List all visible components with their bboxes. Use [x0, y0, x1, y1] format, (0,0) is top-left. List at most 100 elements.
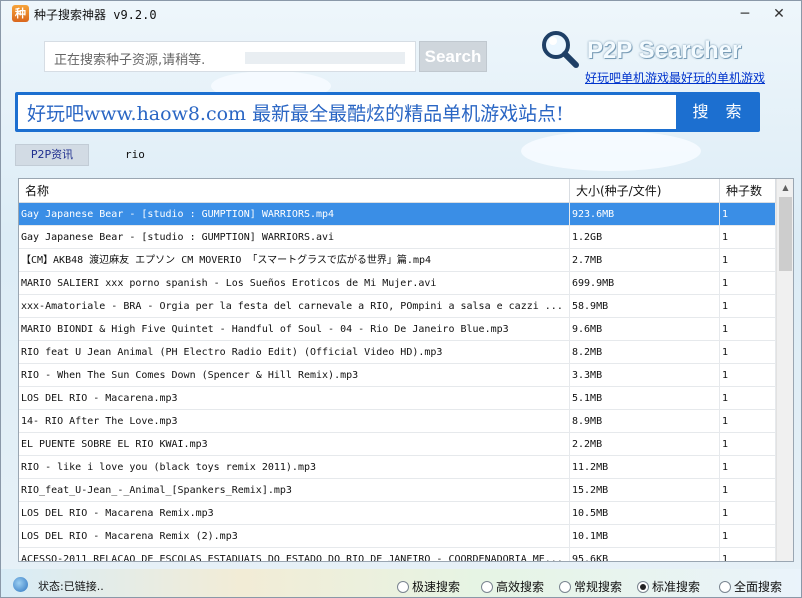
name-cell: Gay Japanese Bear - [studio : GUMPTION] …	[19, 203, 570, 226]
table-row[interactable]: MARIO SALIERI xxx porno spanish - Los Su…	[19, 272, 776, 295]
status-text: 状态:已链接..	[38, 580, 104, 593]
mode-full[interactable]: 全面搜索	[719, 578, 782, 595]
name-cell: EL PUENTE SOBRE EL RIO KWAI.mp3	[19, 433, 570, 456]
name-cell: Gay Japanese Bear - [studio : GUMPTION] …	[19, 226, 570, 249]
mode-standard[interactable]: 标准搜索	[637, 578, 700, 595]
column-header-size[interactable]: 大小(种子/文件)	[570, 179, 720, 203]
name-cell: xxx-Amatoriale - BRA - Orgia per la fest…	[19, 295, 570, 318]
table-row[interactable]: RIO - When The Sun Comes Down (Spencer &…	[19, 364, 776, 387]
size-cell: 699.9MB	[570, 272, 720, 295]
name-cell: RIO - like i love you (black toys remix …	[19, 456, 570, 479]
table-row[interactable]: 14- RIO After The Love.mp3 8.9MB 1	[19, 410, 776, 433]
name-cell: 【CM】AKB48 渡辺麻友 エプソン CM MOVERIO 「スマートグラスで…	[19, 249, 570, 272]
name-cell: RIO - When The Sun Comes Down (Spencer &…	[19, 364, 570, 387]
results-list: 名称 大小(种子/文件) 种子数 Gay Japanese Bear - [st…	[18, 178, 794, 562]
seeds-cell: 1	[720, 387, 776, 410]
search-button[interactable]: Search	[419, 41, 487, 72]
seeds-cell: 1	[720, 502, 776, 525]
name-cell: LOS DEL RIO - Macarena.mp3	[19, 387, 570, 410]
ad-text[interactable]: 好玩吧www.haow8.com 最新最全最酷炫的精品单机游戏站点!	[18, 95, 676, 129]
seeds-cell: 1	[720, 249, 776, 272]
table-row[interactable]: EL PUENTE SOBRE EL RIO KWAI.mp3 2.2MB 1	[19, 433, 776, 456]
search-highlight	[245, 52, 405, 64]
tab-p2p-news[interactable]: P2P资讯	[15, 144, 89, 166]
radio-icon[interactable]	[719, 581, 731, 593]
size-cell: 9.6MB	[570, 318, 720, 341]
scroll-up-arrow-icon[interactable]: ▲	[777, 179, 793, 196]
title-bar: 种 种子搜索神器 v9.2.0 ─ ✕	[1, 1, 801, 27]
size-cell: 1.2GB	[570, 226, 720, 249]
app-window: 种 种子搜索神器 v9.2.0 ─ ✕ 正在搜索种子资源,请稍等. Search…	[0, 0, 802, 598]
name-cell: 14- RIO After The Love.mp3	[19, 410, 570, 433]
name-cell: MARIO BIONDI & High Five Quintet - Handf…	[19, 318, 570, 341]
table-row[interactable]: MARIO BIONDI & High Five Quintet - Handf…	[19, 318, 776, 341]
app-icon: 种	[12, 5, 29, 22]
background-cloud	[521, 131, 701, 171]
window-title: 种子搜索神器 v9.2.0	[34, 8, 157, 22]
size-cell: 2.7MB	[570, 249, 720, 272]
ad-search-button[interactable]: 搜 索	[683, 95, 757, 129]
size-cell: 58.9MB	[570, 295, 720, 318]
minimize-button[interactable]: ─	[734, 4, 756, 24]
column-header-seeds[interactable]: 种子数	[720, 179, 776, 203]
size-cell: 5.1MB	[570, 387, 720, 410]
table-row[interactable]: Gay Japanese Bear - [studio : GUMPTION] …	[19, 226, 776, 249]
table-row[interactable]: LOS DEL RIO - Macarena.mp3 5.1MB 1	[19, 387, 776, 410]
name-cell: RIO_feat_U-Jean_-_Animal_[Spankers_Remix…	[19, 479, 570, 502]
name-cell: ACESSO-2011_RELACAO_DE_ESCOLAS_ESTADUAIS…	[19, 548, 570, 561]
radio-icon[interactable]	[397, 581, 409, 593]
radio-icon[interactable]	[559, 581, 571, 593]
table-row[interactable]: ACESSO-2011_RELACAO_DE_ESCOLAS_ESTADUAIS…	[19, 548, 776, 561]
seeds-cell: 1	[720, 548, 776, 561]
seeds-cell: 1	[720, 525, 776, 548]
search-input[interactable]: 正在搜索种子资源,请稍等.	[44, 41, 416, 72]
table-row[interactable]: RIO feat U Jean Animal (PH Electro Radio…	[19, 341, 776, 364]
search-placeholder: 正在搜索种子资源,请稍等.	[54, 53, 206, 68]
scroll-thumb[interactable]	[779, 197, 792, 271]
seeds-cell: 1	[720, 410, 776, 433]
table-row[interactable]: xxx-Amatoriale - BRA - Orgia per la fest…	[19, 295, 776, 318]
seeds-cell: 1	[720, 364, 776, 387]
name-cell: LOS DEL RIO - Macarena Remix.mp3	[19, 502, 570, 525]
logo-text: P2P Searcher	[587, 37, 742, 64]
table-row[interactable]: RIO_feat_U-Jean_-_Animal_[Spankers_Remix…	[19, 479, 776, 502]
size-cell: 10.5MB	[570, 502, 720, 525]
status-bar: 状态:已链接.. 极速搜索 高效搜索 常规搜索 标准搜索 全面搜索	[1, 569, 801, 597]
table-row[interactable]: Gay Japanese Bear - [studio : GUMPTION] …	[19, 203, 776, 226]
seeds-cell: 1	[720, 203, 776, 226]
size-cell: 10.1MB	[570, 525, 720, 548]
seeds-cell: 1	[720, 433, 776, 456]
size-cell: 15.2MB	[570, 479, 720, 502]
name-cell: LOS DEL RIO - Macarena Remix (2).mp3	[19, 525, 570, 548]
seeds-cell: 1	[720, 341, 776, 364]
results-header: 名称 大小(种子/文件) 种子数	[19, 179, 776, 203]
current-query: rio	[125, 148, 145, 161]
table-row[interactable]: LOS DEL RIO - Macarena Remix.mp3 10.5MB 1	[19, 502, 776, 525]
size-cell: 95.6KB	[570, 548, 720, 561]
size-cell: 2.2MB	[570, 433, 720, 456]
table-row[interactable]: LOS DEL RIO - Macarena Remix (2).mp3 10.1…	[19, 525, 776, 548]
connection-icon	[13, 577, 28, 592]
seeds-cell: 1	[720, 318, 776, 341]
table-row[interactable]: 【CM】AKB48 渡辺麻友 エプソン CM MOVERIO 「スマートグラスで…	[19, 249, 776, 272]
mode-efficient[interactable]: 高效搜索	[481, 578, 544, 595]
ad-banner[interactable]: 好玩吧www.haow8.com 最新最全最酷炫的精品单机游戏站点! 搜 索	[15, 92, 760, 132]
size-cell: 8.2MB	[570, 341, 720, 364]
radio-icon[interactable]	[481, 581, 493, 593]
size-cell: 3.3MB	[570, 364, 720, 387]
name-cell: MARIO SALIERI xxx porno spanish - Los Su…	[19, 272, 570, 295]
column-header-name[interactable]: 名称	[19, 179, 570, 203]
close-button[interactable]: ✕	[768, 4, 790, 24]
name-cell: RIO feat U Jean Animal (PH Electro Radio…	[19, 341, 570, 364]
seeds-cell: 1	[720, 295, 776, 318]
magnifier-icon	[542, 31, 579, 68]
mode-turbo[interactable]: 极速搜索	[397, 578, 460, 595]
radio-checked-icon[interactable]	[637, 581, 649, 593]
promo-link[interactable]: 好玩吧单机游戏最好玩的单机游戏	[585, 69, 765, 86]
vertical-scrollbar[interactable]: ▲	[776, 179, 793, 561]
mode-normal[interactable]: 常规搜索	[559, 578, 622, 595]
seeds-cell: 1	[720, 456, 776, 479]
seeds-cell: 1	[720, 479, 776, 502]
table-row[interactable]: RIO - like i love you (black toys remix …	[19, 456, 776, 479]
seeds-cell: 1	[720, 226, 776, 249]
